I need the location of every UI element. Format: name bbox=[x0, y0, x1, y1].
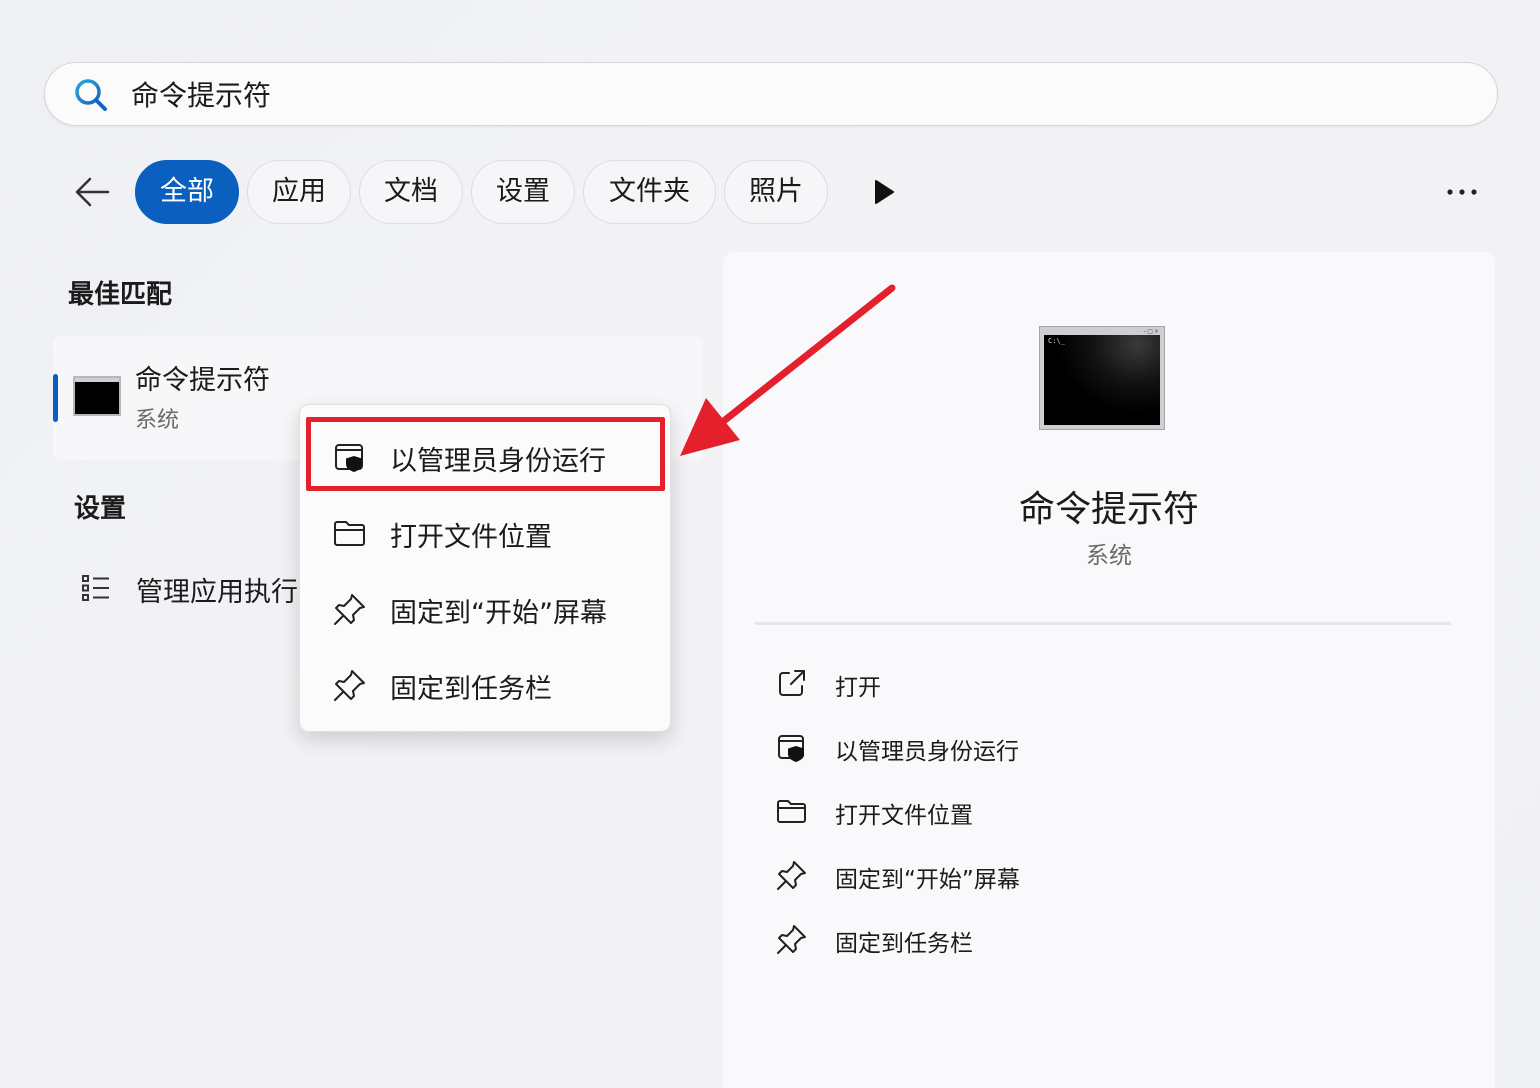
tab-photos[interactable]: 照片 bbox=[724, 160, 828, 224]
tab-settings[interactable]: 设置 bbox=[471, 160, 575, 224]
action-pin-to-taskbar-label: 固定到任务栏 bbox=[835, 931, 973, 957]
tab-all[interactable]: 全部 bbox=[135, 160, 239, 224]
list-settings-icon bbox=[82, 575, 109, 601]
open-external-icon bbox=[779, 670, 805, 696]
action-pin-to-start[interactable]: 固定到“开始”屏幕 bbox=[775, 852, 1375, 900]
pin-icon bbox=[777, 861, 806, 890]
tab-documents[interactable]: 文档 bbox=[359, 160, 463, 224]
more-options-icon[interactable] bbox=[1444, 182, 1480, 202]
preview-title: 命令提示符 bbox=[1018, 489, 1199, 530]
cmd-app-icon bbox=[73, 376, 121, 416]
search-input[interactable] bbox=[131, 71, 1431, 117]
context-open-file-location[interactable]: 打开文件位置 bbox=[300, 501, 672, 565]
shield-admin-icon bbox=[778, 735, 804, 762]
pin-icon bbox=[334, 594, 365, 625]
search-bar[interactable] bbox=[44, 62, 1498, 126]
context-pin-to-start-label: 固定到“开始”屏幕 bbox=[390, 598, 607, 629]
window-controls-icon: –□× bbox=[1143, 328, 1160, 335]
selection-indicator bbox=[53, 374, 58, 422]
context-open-file-location-label: 打开文件位置 bbox=[390, 522, 552, 553]
context-pin-to-taskbar[interactable]: 固定到任务栏 bbox=[300, 653, 672, 717]
back-arrow-icon[interactable] bbox=[72, 172, 112, 212]
context-menu: 以管理员身份运行 打开文件位置 固定到“开始”屏幕 固定到任务栏 bbox=[299, 404, 671, 732]
preview-panel: –□× C:\_ 命令提示符 系统 打开 以管理员身份运行 打开文件位置 固定到… bbox=[723, 252, 1495, 1088]
best-match-subtitle: 系统 bbox=[135, 408, 180, 433]
pin-icon bbox=[777, 925, 806, 954]
action-pin-to-start-label: 固定到“开始”屏幕 bbox=[835, 867, 1020, 893]
settings-heading: 设置 bbox=[74, 494, 127, 524]
action-pin-to-taskbar[interactable]: 固定到任务栏 bbox=[775, 916, 1375, 964]
context-pin-to-taskbar-label: 固定到任务栏 bbox=[390, 674, 552, 705]
settings-result-app-aliases[interactable]: 管理应用执行别名 bbox=[80, 566, 320, 610]
action-open-file-location[interactable]: 打开文件位置 bbox=[775, 788, 1375, 836]
best-match-name: 命令提示符 bbox=[135, 365, 270, 396]
search-icon bbox=[75, 79, 107, 111]
action-run-as-admin-label: 以管理员身份运行 bbox=[835, 739, 1019, 765]
pin-icon bbox=[334, 670, 365, 701]
action-run-as-admin[interactable]: 以管理员身份运行 bbox=[775, 724, 1375, 772]
cmd-preview-icon: –□× C:\_ bbox=[1039, 326, 1165, 430]
cmd-prompt-text: C:\_ bbox=[1048, 337, 1065, 345]
cmd-preview-screen: C:\_ bbox=[1044, 335, 1160, 425]
shield-admin-icon bbox=[335, 444, 363, 472]
context-pin-to-start[interactable]: 固定到“开始”屏幕 bbox=[300, 577, 672, 641]
play-more-tabs-icon[interactable] bbox=[872, 178, 896, 206]
settings-result-label: 管理应用执行别名 bbox=[136, 577, 320, 608]
action-open[interactable]: 打开 bbox=[775, 660, 1375, 708]
preview-subtitle: 系统 bbox=[1086, 543, 1132, 569]
folder-icon bbox=[334, 521, 365, 546]
action-open-file-location-label: 打开文件位置 bbox=[835, 803, 973, 829]
tab-apps[interactable]: 应用 bbox=[247, 160, 351, 224]
context-run-as-admin[interactable]: 以管理员身份运行 bbox=[300, 425, 672, 489]
best-match-heading: 最佳匹配 bbox=[68, 280, 173, 310]
tab-folders[interactable]: 文件夹 bbox=[583, 160, 716, 224]
folder-icon bbox=[777, 800, 806, 823]
action-open-label: 打开 bbox=[835, 675, 881, 701]
preview-divider bbox=[755, 622, 1451, 625]
context-run-as-admin-label: 以管理员身份运行 bbox=[390, 446, 606, 477]
